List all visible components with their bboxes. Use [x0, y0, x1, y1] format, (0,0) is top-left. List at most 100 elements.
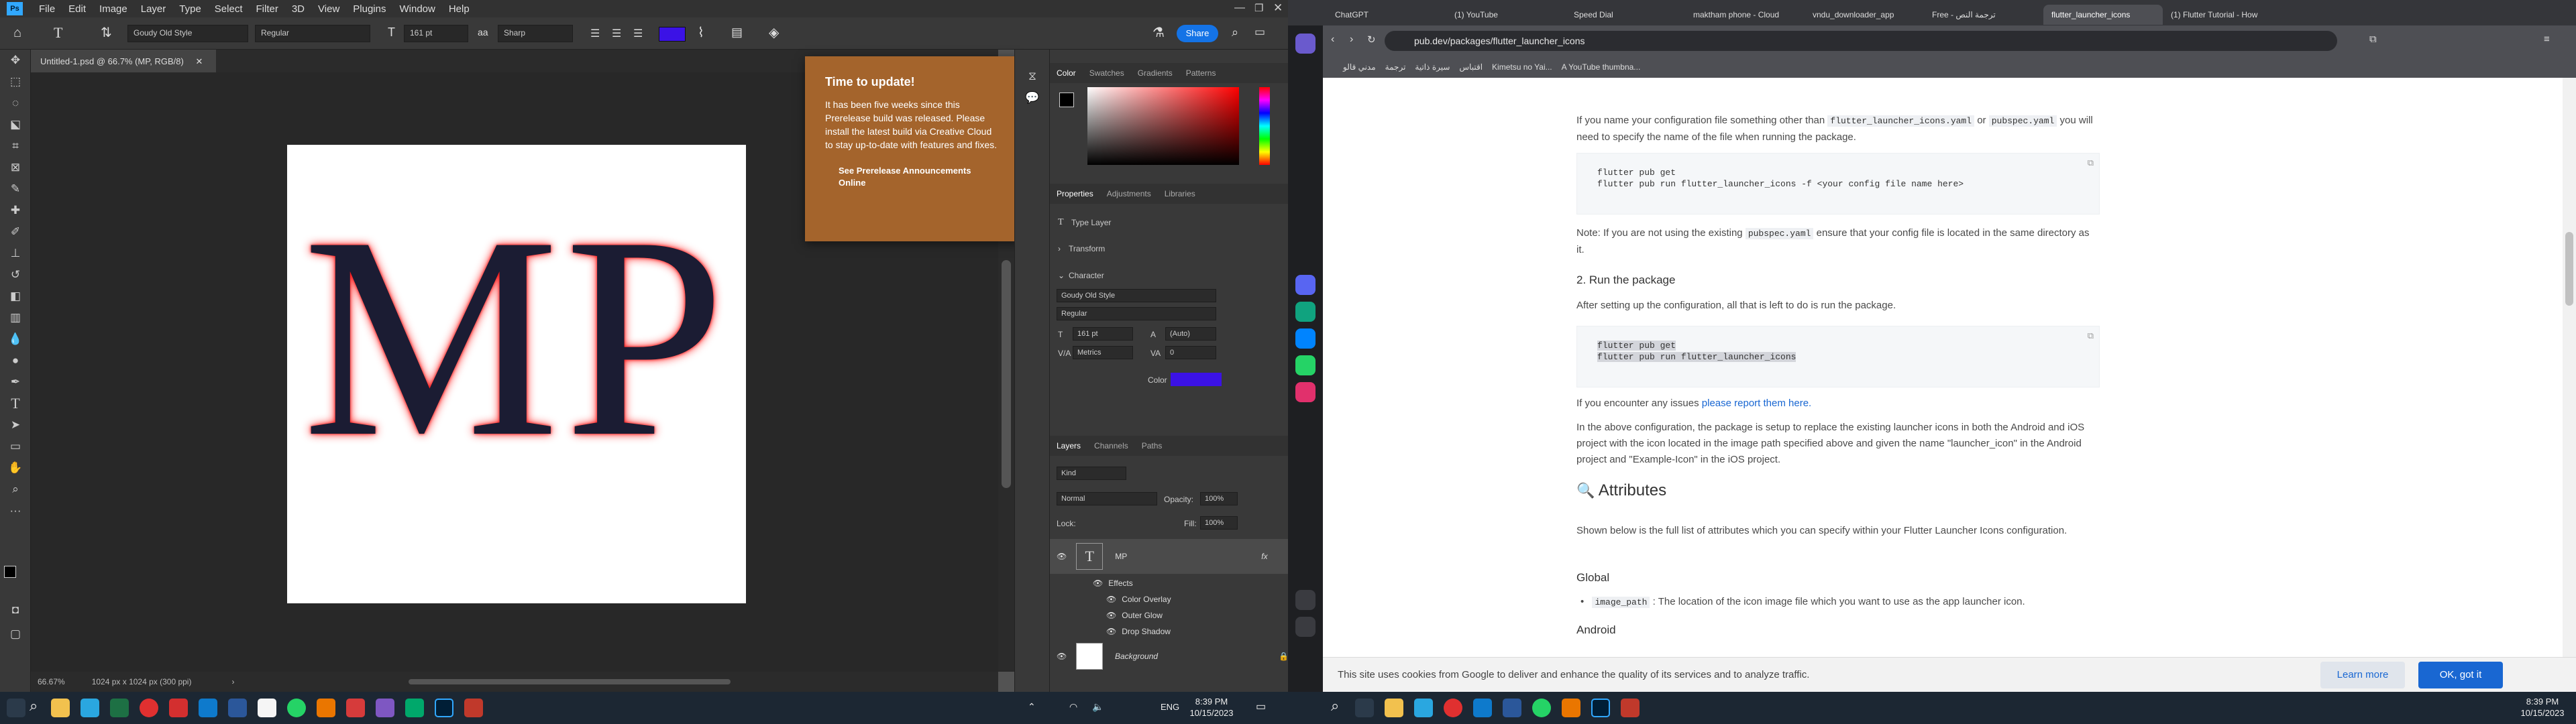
- layer-row-background[interactable]: 👁 Background 🔒: [1050, 641, 1288, 672]
- layer-effects-row[interactable]: 👁 Effects: [1050, 575, 1288, 591]
- clock-right[interactable]: 8:39 PM 10/15/2023: [2516, 696, 2569, 719]
- object-select-tool-icon[interactable]: ⬕: [0, 114, 31, 135]
- whatsapp-icon[interactable]: [1532, 699, 1551, 717]
- status-arrow-icon[interactable]: ›: [231, 677, 234, 686]
- effect-eye-icon[interactable]: 👁: [1106, 627, 1116, 636]
- opacity-input[interactable]: 100%: [1200, 492, 1238, 505]
- hand-tool-icon[interactable]: ✋: [0, 457, 31, 479]
- prop-color-swatch[interactable]: [1171, 373, 1222, 386]
- menu-select[interactable]: Select: [208, 3, 250, 15]
- align-left-icon[interactable]: ☰: [590, 27, 600, 40]
- report-issues-link[interactable]: please report them here.: [1702, 398, 1811, 409]
- blender-icon[interactable]: [1562, 699, 1580, 717]
- comments-panel-icon[interactable]: 💬: [1015, 87, 1050, 109]
- tab-swatches[interactable]: Swatches: [1083, 68, 1131, 78]
- tab-patterns[interactable]: Patterns: [1179, 68, 1223, 78]
- tab-item[interactable]: Free - ترجمة النص: [1924, 5, 2043, 25]
- quick-mask-icon[interactable]: ◘: [0, 599, 31, 621]
- blur-tool-icon[interactable]: 💧: [0, 328, 31, 350]
- prop-kerning-select[interactable]: Metrics: [1073, 346, 1133, 359]
- extensions-icon[interactable]: ⧉: [2369, 34, 2377, 45]
- effect-color-overlay[interactable]: 👁 Color Overlay: [1050, 591, 1288, 607]
- sidebar-settings-icon[interactable]: [1295, 617, 1316, 637]
- frame-tool-icon[interactable]: ⊠: [0, 157, 31, 178]
- lasso-tool-icon[interactable]: ◌: [0, 93, 31, 114]
- menu-layer[interactable]: Layer: [134, 3, 173, 15]
- layer-filter-kind[interactable]: Kind: [1057, 467, 1126, 480]
- learn-more-button[interactable]: Learn more: [2320, 662, 2405, 688]
- prop-leading-input[interactable]: (Auto): [1165, 327, 1216, 341]
- character-section[interactable]: Character: [1069, 271, 1104, 280]
- tab-layers[interactable]: Layers: [1050, 441, 1087, 450]
- menu-image[interactable]: Image: [93, 3, 134, 15]
- pen-tool-icon[interactable]: ✒: [0, 371, 31, 393]
- close-doc-icon[interactable]: ✕: [195, 56, 203, 66]
- app-red-icon[interactable]: [1621, 699, 1640, 717]
- tab-paths[interactable]: Paths: [1135, 441, 1169, 450]
- eye-icon[interactable]: 👁: [1057, 652, 1067, 661]
- sidebar-app1-icon[interactable]: [1295, 275, 1316, 295]
- app-icon[interactable]: [346, 699, 365, 717]
- tab-properties[interactable]: Properties: [1050, 189, 1100, 198]
- word-icon[interactable]: [1503, 699, 1521, 717]
- menu-edit[interactable]: Edit: [62, 3, 93, 15]
- antialias-select[interactable]: Sharp: [498, 25, 573, 42]
- share-button[interactable]: Share: [1177, 25, 1218, 42]
- app-red-icon[interactable]: [464, 699, 483, 717]
- search-icon[interactable]: ⌕: [1232, 25, 1238, 40]
- search-icon[interactable]: ⌕: [1331, 697, 1339, 715]
- prop-tracking-input[interactable]: 0: [1165, 346, 1216, 359]
- chevron-right-icon[interactable]: ›: [1058, 244, 1061, 253]
- canvas-text-mp[interactable]: MP: [287, 172, 746, 503]
- home-icon[interactable]: ⌂: [13, 25, 21, 41]
- app-green-icon[interactable]: [405, 699, 424, 717]
- fx-icon[interactable]: fx: [1261, 552, 1267, 561]
- bookmark-item[interactable]: اقتباس: [1459, 62, 1483, 72]
- layer-name[interactable]: MP: [1115, 552, 1127, 561]
- search-icon[interactable]: ⌕: [30, 697, 38, 715]
- eye-icon[interactable]: 👁: [1057, 552, 1067, 561]
- copy-icon[interactable]: ⧉: [2088, 158, 2094, 169]
- acrobat-icon[interactable]: [169, 699, 188, 717]
- menu-file[interactable]: File: [32, 3, 62, 15]
- whatsapp-icon[interactable]: [287, 699, 306, 717]
- bookmark-item[interactable]: Kimetsu no Yai...: [1492, 62, 1552, 72]
- code-block-1[interactable]: flutter pub get flutter pub run flutter_…: [1576, 153, 2100, 215]
- sidebar-aria-icon[interactable]: [1295, 34, 1316, 54]
- transform-section[interactable]: Transform: [1069, 244, 1105, 253]
- forward-icon[interactable]: ›: [1350, 34, 1353, 46]
- notion-icon[interactable]: [258, 699, 276, 717]
- tab-libraries[interactable]: Libraries: [1158, 189, 1202, 198]
- fill-input[interactable]: 100%: [1200, 516, 1238, 530]
- opera-icon[interactable]: [1444, 699, 1462, 717]
- dodge-tool-icon[interactable]: ●: [0, 350, 31, 371]
- photoshop-taskbar-icon[interactable]: [1591, 699, 1610, 717]
- text-color-swatch[interactable]: [659, 27, 686, 42]
- canvas-horizontal-scrollbar[interactable]: [409, 679, 731, 684]
- foreground-color-swatch[interactable]: [4, 566, 16, 578]
- history-brush-tool-icon[interactable]: ↺: [0, 264, 31, 286]
- healing-tool-icon[interactable]: ✚: [0, 200, 31, 221]
- align-center-icon[interactable]: ☰: [612, 27, 621, 40]
- align-right-icon[interactable]: ☰: [633, 27, 643, 40]
- file-explorer-icon[interactable]: [1385, 699, 1403, 717]
- sidebar-chatgpt-icon[interactable]: [1295, 302, 1316, 322]
- document-canvas[interactable]: MP: [287, 145, 746, 603]
- color-picker-field[interactable]: [1087, 87, 1239, 165]
- shape-tool-icon[interactable]: ▭: [0, 436, 31, 457]
- language-indicator[interactable]: ENG: [1161, 702, 1179, 712]
- eyedropper-tool-icon[interactable]: ✎: [0, 178, 31, 200]
- path-select-tool-icon[interactable]: ➤: [0, 414, 31, 436]
- tab-item[interactable]: (1) Flutter Tutorial - How: [2163, 5, 2282, 25]
- marquee-tool-icon[interactable]: ⬚: [0, 71, 31, 93]
- reload-icon[interactable]: ↻: [1367, 34, 1376, 46]
- wifi-icon[interactable]: ◠: [1069, 701, 1077, 713]
- warp-text-icon[interactable]: ⌇: [698, 24, 704, 41]
- photoshop-taskbar-icon[interactable]: [435, 699, 453, 717]
- tab-item[interactable]: Speed Dial: [1566, 5, 1685, 25]
- brush-tool-icon[interactable]: ✐: [0, 221, 31, 243]
- layer-name[interactable]: Background: [1115, 652, 1158, 661]
- 3d-icon[interactable]: ◈: [769, 24, 779, 41]
- font-style-select[interactable]: Regular: [255, 25, 370, 42]
- tab-item[interactable]: (1) YouTube: [1446, 5, 1566, 25]
